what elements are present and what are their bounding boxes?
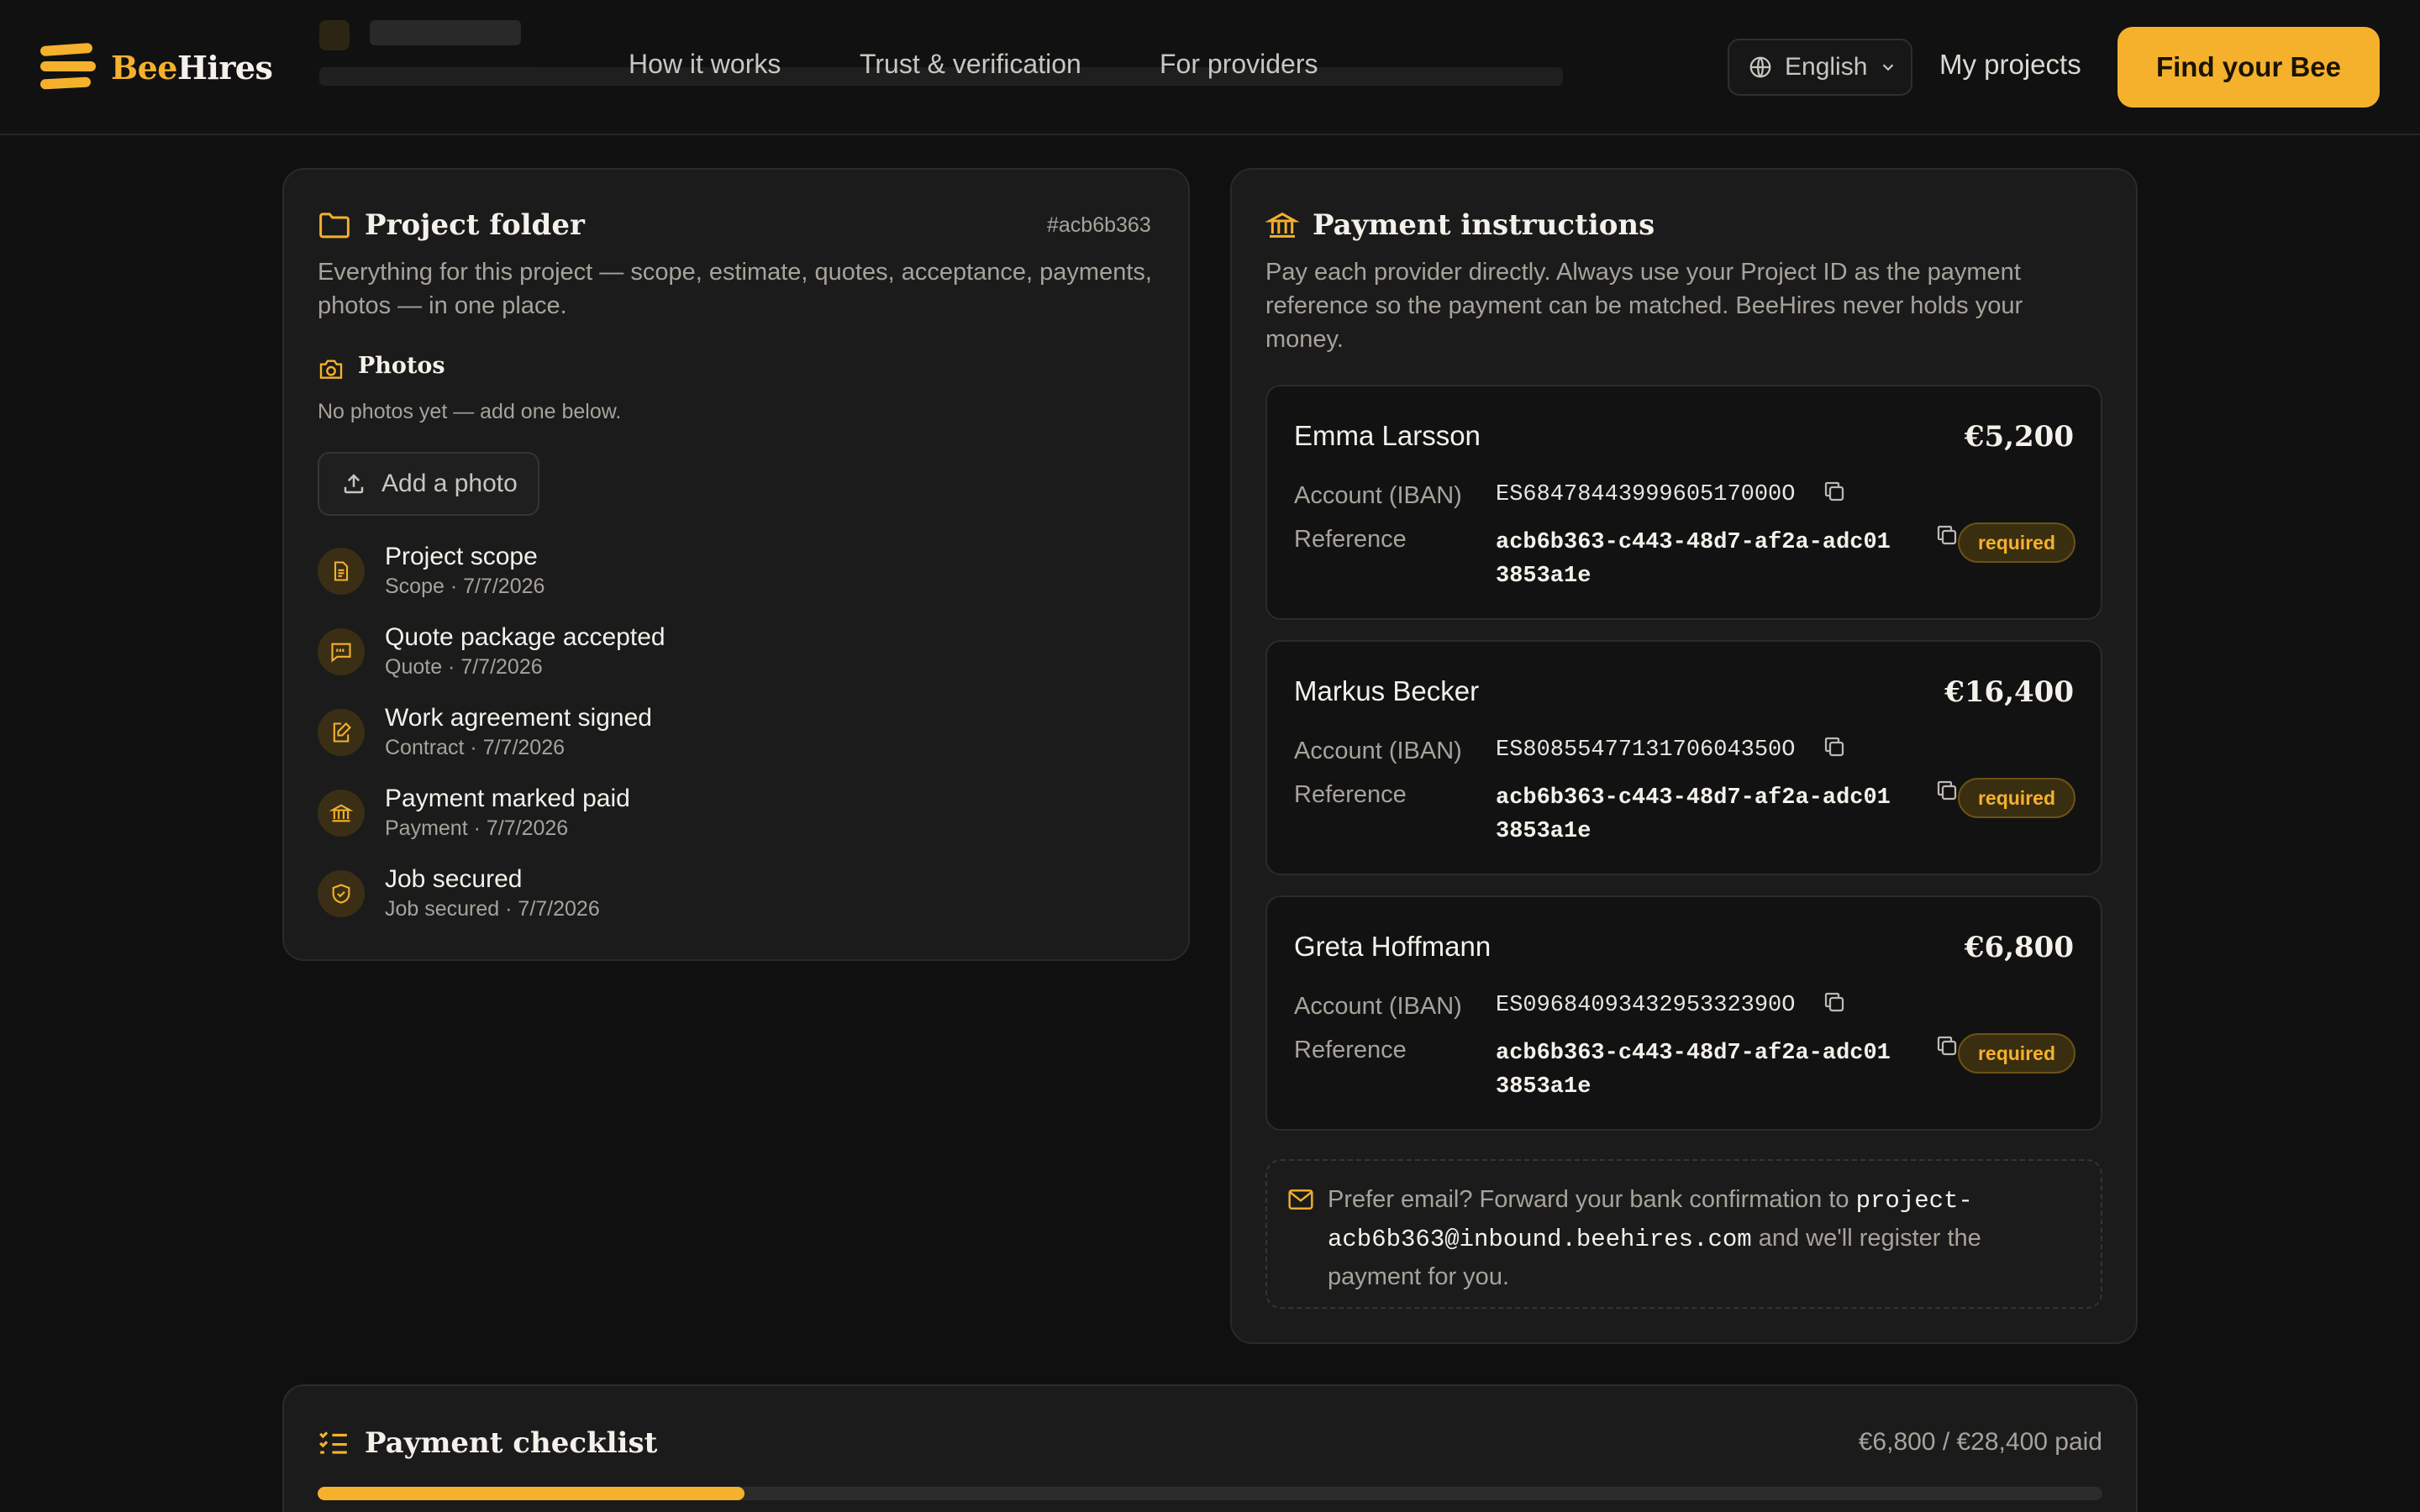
timeline-title: Quote package accepted	[385, 623, 666, 651]
reference-label: Reference	[1294, 1037, 1407, 1063]
my-projects-link[interactable]: My projects	[1939, 49, 2081, 81]
copy-iban-icon[interactable]	[1822, 479, 1847, 504]
payment-instructions-title: Payment instructions	[1313, 208, 1655, 242]
reference-value: acb6b363-c443-48d7-af2a-adc01 3853a1e	[1496, 530, 1891, 589]
chevron-down-icon	[1883, 64, 1894, 71]
reference-label: Reference	[1294, 526, 1407, 553]
nav-how-it-works[interactable]: How it works	[629, 49, 781, 80]
timeline-subtitle: Quote · 7/7/2026	[385, 655, 543, 679]
account-label: Account (IBAN)	[1294, 482, 1462, 509]
mail-icon	[1288, 1189, 1313, 1210]
provider-name: Greta Hoffmann	[1294, 931, 1491, 962]
project-folder-description: Everything for this project — scope, est…	[318, 259, 1152, 319]
account-label: Account (IBAN)	[1294, 738, 1462, 764]
copy-iban-icon[interactable]	[1822, 990, 1847, 1015]
email-forward-text: Prefer email? Forward your bank confirma…	[1328, 1186, 1981, 1290]
bank-icon	[1265, 212, 1299, 238]
timeline-subtitle: Contract · 7/7/2026	[385, 736, 566, 759]
reference-value: acb6b363-c443-48d7-af2a-adc01 3853a1e	[1496, 785, 1891, 844]
required-badge: required	[1957, 1033, 2075, 1074]
logo[interactable]: BeeHires	[39, 40, 273, 94]
timeline-subtitle: Payment · 7/7/2026	[385, 816, 569, 840]
provider-payment-card: Markus Becker €16,400 Account (IBAN) ES8…	[1265, 640, 2102, 875]
no-photos-text: No photos yet — add one below.	[318, 400, 622, 423]
language-selector[interactable]: English	[1728, 39, 1912, 96]
project-id: #acb6b363	[1047, 213, 1151, 237]
globe-icon	[1749, 56, 1771, 78]
timeline-subtitle: Scope · 7/7/2026	[385, 575, 545, 598]
nav-trust-verification[interactable]: Trust & verification	[860, 49, 1081, 80]
language-label: English	[1785, 53, 1868, 81]
required-badge: required	[1957, 778, 2075, 818]
timeline-title: Payment marked paid	[385, 785, 630, 812]
camera-icon	[319, 360, 343, 379]
iban-value: ES6847844399960517000O	[1496, 482, 1796, 507]
provider-payment-card: Greta Hoffmann €6,800 Account (IBAN) ES0…	[1265, 895, 2102, 1131]
reference-label: Reference	[1294, 781, 1407, 808]
provider-name: Emma Larsson	[1294, 420, 1481, 451]
add-photo-button[interactable]: Add a photo	[318, 452, 539, 516]
folder-icon	[319, 213, 350, 239]
paid-summary: €6,800 / €28,400 paid	[1858, 1428, 2102, 1456]
timeline-title: Project scope	[385, 543, 538, 570]
provider-payment-card: Emma Larsson €5,200 Account (IBAN) ES684…	[1265, 385, 2102, 620]
quote-icon	[318, 628, 365, 675]
nav-for-providers[interactable]: For providers	[1160, 49, 1318, 80]
timeline-title: Work agreement signed	[385, 704, 652, 732]
bank-icon	[318, 790, 365, 837]
project-folder-title: Project folder	[365, 208, 585, 242]
upload-icon	[344, 474, 364, 494]
copy-reference-icon[interactable]	[1934, 522, 1960, 548]
payment-checklist-title: Payment checklist	[365, 1426, 658, 1460]
provider-amount: €16,400	[1944, 675, 2074, 709]
copy-iban-icon[interactable]	[1822, 734, 1847, 759]
logo-mark-icon	[39, 42, 96, 92]
shield-check-icon	[318, 870, 365, 917]
provider-name: Markus Becker	[1294, 675, 1480, 706]
payment-instructions-description: Pay each provider directly. Always use y…	[1265, 259, 2023, 353]
required-badge: required	[1957, 522, 2075, 563]
top-bar: BeeHires How it works Trust & verificati…	[0, 0, 2420, 135]
signature-icon	[318, 709, 365, 756]
timeline-subtitle: Job secured · 7/7/2026	[385, 897, 600, 921]
copy-reference-icon[interactable]	[1934, 778, 1960, 803]
payment-progress-bar	[318, 1487, 2102, 1500]
iban-value: ES0968409343295332390O	[1496, 993, 1796, 1018]
photos-label: Photos	[358, 353, 445, 379]
logo-wordmark: BeeHires	[111, 48, 273, 87]
timeline-title: Job secured	[385, 865, 523, 893]
checklist-icon	[319, 1431, 347, 1454]
payment-progress-fill	[318, 1487, 745, 1500]
add-photo-label: Add a photo	[381, 470, 518, 497]
iban-value: ES8085547713170604350O	[1496, 738, 1796, 763]
provider-amount: €5,200	[1964, 420, 2074, 454]
reference-value: acb6b363-c443-48d7-af2a-adc01 3853a1e	[1496, 1041, 1891, 1100]
copy-reference-icon[interactable]	[1934, 1033, 1960, 1058]
email-forward-note: Prefer email? Forward your bank confirma…	[1265, 1159, 2102, 1309]
document-icon	[318, 548, 365, 595]
provider-amount: €6,800	[1964, 931, 2074, 964]
account-label: Account (IBAN)	[1294, 993, 1462, 1020]
find-your-bee-button[interactable]: Find your Bee	[2118, 27, 2380, 108]
